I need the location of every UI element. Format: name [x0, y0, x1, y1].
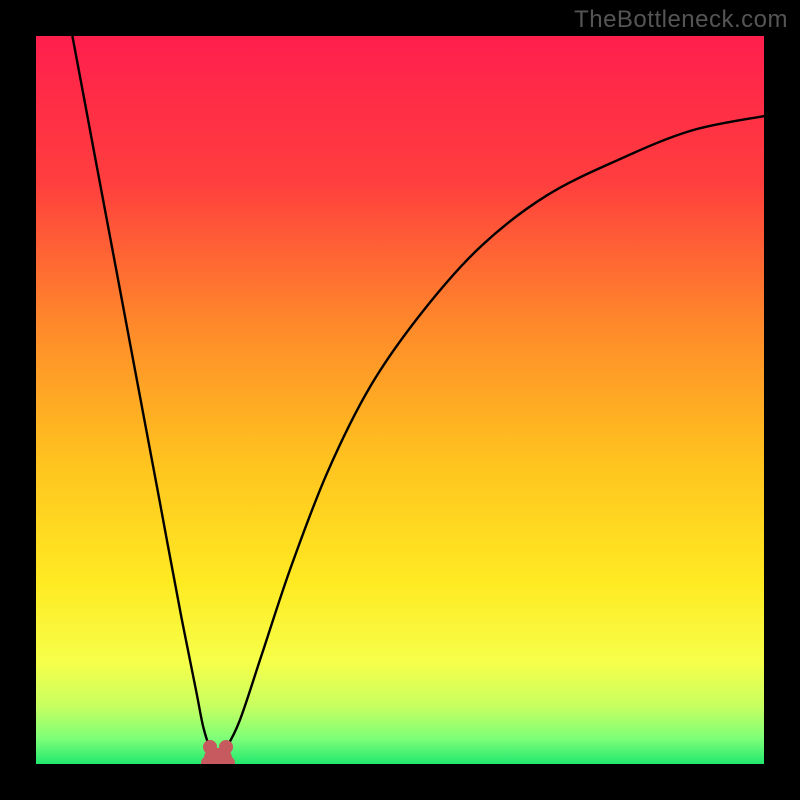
minimum-marker-dot: [221, 756, 235, 764]
plot-area: [36, 36, 764, 764]
watermark-text: TheBottleneck.com: [574, 6, 788, 34]
bottleneck-curve: [36, 36, 764, 764]
chart-frame: TheBottleneck.com: [0, 0, 800, 800]
minimum-marker-dot: [201, 756, 215, 764]
